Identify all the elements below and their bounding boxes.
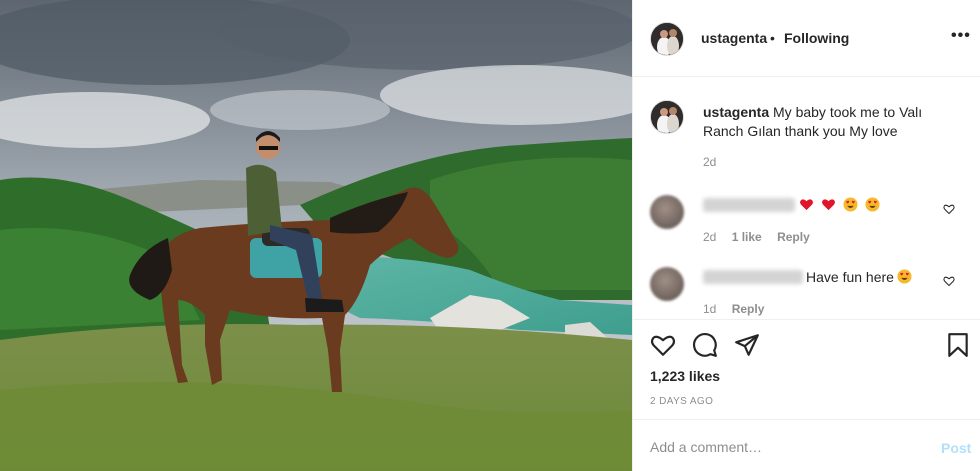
add-comment-bar: Post	[633, 419, 980, 471]
comment-text: Have fun here	[806, 269, 912, 285]
comment-icon[interactable]	[692, 332, 718, 358]
post-actions: 1,223 likes 2 DAYS AGO	[633, 319, 980, 419]
comment-time[interactable]: 2d	[703, 230, 716, 244]
comment-item: Have fun here 1d Reply	[633, 267, 980, 318]
heart-icon[interactable]	[650, 332, 676, 358]
heart-eyes-icon	[865, 197, 880, 212]
comment-item: 2d 1 like Reply	[633, 195, 980, 265]
post-comment-button[interactable]: Post	[941, 440, 971, 456]
comment-meta: 2d 1 like Reply	[703, 230, 822, 244]
red-heart-icon	[821, 199, 835, 211]
comment-like-icon[interactable]	[943, 203, 955, 215]
comments-list[interactable]: ustagenta My baby took me to Valı Ranch …	[633, 78, 980, 318]
commenter-avatar[interactable]	[650, 195, 684, 229]
commenter-avatar[interactable]	[650, 267, 684, 301]
post-header: ustagenta • Following •••	[633, 0, 980, 77]
comment-meta: 1d Reply	[703, 302, 776, 316]
caption-username[interactable]: ustagenta	[703, 104, 769, 120]
header-separator: •	[770, 30, 775, 46]
post-timestamp[interactable]: 2 DAYS AGO	[650, 396, 713, 407]
reply-button[interactable]: Reply	[777, 230, 810, 244]
post-image[interactable]	[0, 0, 632, 471]
comment-likes[interactable]: 1 like	[732, 230, 762, 244]
red-heart-icon	[800, 199, 813, 211]
heart-eyes-icon	[843, 197, 858, 212]
comment-time[interactable]: 1d	[703, 302, 716, 316]
following-button[interactable]: Following	[784, 30, 849, 46]
author-username[interactable]: ustagenta	[701, 30, 767, 46]
post-side-panel: ustagenta • Following ••• ustagenta My b…	[632, 0, 980, 471]
caption-time[interactable]: 2d	[703, 155, 716, 169]
add-comment-input[interactable]	[650, 434, 920, 460]
caption-text: ustagenta My baby took me to Valı Ranch …	[703, 103, 953, 141]
bookmark-icon[interactable]	[945, 332, 971, 358]
author-avatar[interactable]	[650, 22, 684, 56]
comment-body: Have fun here	[806, 269, 894, 285]
comment-text	[796, 197, 880, 213]
more-options-icon[interactable]: •••	[951, 27, 971, 45]
share-icon[interactable]	[734, 332, 760, 358]
commenter-username-blurred[interactable]	[703, 270, 803, 284]
heart-eyes-icon	[897, 269, 912, 284]
likes-count[interactable]: 1,223 likes	[650, 368, 720, 384]
commenter-username-blurred[interactable]	[703, 198, 795, 212]
comment-like-icon[interactable]	[943, 275, 955, 287]
reply-button[interactable]: Reply	[732, 302, 765, 316]
caption-avatar[interactable]	[650, 100, 684, 134]
